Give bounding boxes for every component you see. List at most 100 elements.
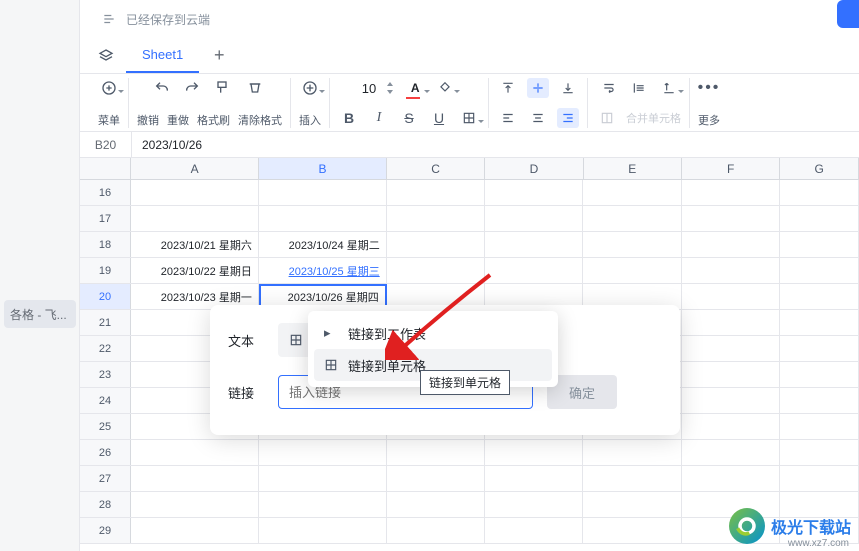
row-header[interactable]: 28 [80, 492, 131, 517]
row-header[interactable]: 27 [80, 466, 131, 491]
cell[interactable] [682, 414, 780, 439]
row-header[interactable]: 23 [80, 362, 131, 387]
row-header[interactable]: 25 [80, 414, 131, 439]
col-header-g[interactable]: G [780, 158, 859, 179]
cell[interactable] [485, 518, 583, 543]
row-header[interactable]: 16 [80, 180, 131, 205]
cell[interactable] [583, 466, 681, 491]
insert-button[interactable] [299, 78, 321, 98]
cell[interactable] [387, 258, 485, 283]
cell-reference[interactable]: B20 [80, 132, 132, 157]
cell[interactable] [387, 180, 485, 205]
format-painter-button[interactable] [211, 78, 233, 98]
cell[interactable] [131, 440, 259, 465]
cell[interactable]: 2023/10/21 星期六 [131, 232, 259, 257]
cell[interactable] [780, 440, 859, 465]
cell[interactable] [387, 206, 485, 231]
font-color-button[interactable]: A [404, 78, 426, 98]
cell[interactable] [780, 258, 859, 283]
cell[interactable] [583, 440, 681, 465]
cell[interactable] [131, 206, 259, 231]
cell[interactable] [682, 310, 780, 335]
font-size-stepper[interactable] [384, 78, 396, 98]
row-header[interactable]: 29 [80, 518, 131, 543]
col-header-d[interactable]: D [485, 158, 583, 179]
cell[interactable] [485, 206, 583, 231]
strike-button[interactable]: S [398, 108, 420, 128]
align-left-button[interactable] [497, 108, 519, 128]
cell[interactable] [780, 388, 859, 413]
cell[interactable] [485, 466, 583, 491]
cell[interactable] [682, 466, 780, 491]
valign-top-button[interactable] [497, 78, 519, 98]
col-header-a[interactable]: A [131, 158, 259, 179]
col-header-f[interactable]: F [682, 158, 780, 179]
cell-value-display[interactable]: 2023/10/26 [132, 138, 202, 152]
rotate-text-button[interactable] [658, 78, 680, 98]
row-header[interactable]: 26 [80, 440, 131, 465]
menu-item-link-sheet[interactable]: ▸ 链接到工作表 [314, 317, 552, 349]
cell[interactable] [387, 232, 485, 257]
underline-button[interactable]: U [428, 108, 450, 128]
cell[interactable] [259, 492, 387, 517]
col-header-b[interactable]: B [259, 158, 387, 179]
row-header[interactable]: 18 [80, 232, 131, 257]
wrap-button[interactable] [598, 78, 620, 98]
cell[interactable]: 2023/10/25 星期三 [259, 258, 387, 283]
merge-icon[interactable] [596, 108, 618, 128]
cell[interactable] [682, 206, 780, 231]
redo-button[interactable] [181, 78, 203, 98]
font-size-value[interactable]: 10 [362, 81, 376, 96]
cell[interactable] [259, 206, 387, 231]
cell[interactable] [780, 362, 859, 387]
cell[interactable] [583, 180, 681, 205]
border-button[interactable] [458, 108, 480, 128]
valign-middle-button[interactable] [527, 78, 549, 98]
cell[interactable] [780, 414, 859, 439]
cell[interactable] [259, 180, 387, 205]
valign-bottom-button[interactable] [557, 78, 579, 98]
cell[interactable] [780, 232, 859, 257]
cell[interactable] [583, 232, 681, 257]
cell[interactable] [682, 336, 780, 361]
tab-sheet1[interactable]: Sheet1 [126, 39, 199, 73]
cell[interactable] [259, 440, 387, 465]
cell[interactable] [583, 258, 681, 283]
cell[interactable] [387, 518, 485, 543]
cell[interactable] [682, 284, 780, 309]
cell[interactable] [485, 258, 583, 283]
row-header[interactable]: 24 [80, 388, 131, 413]
sidebar-doc-item[interactable]: 各格 - 飞... [4, 300, 76, 328]
row-header[interactable]: 21 [80, 310, 131, 335]
cell[interactable] [780, 466, 859, 491]
cell[interactable] [387, 440, 485, 465]
cell[interactable] [780, 206, 859, 231]
cell[interactable] [485, 180, 583, 205]
col-header-e[interactable]: E [584, 158, 682, 179]
cell[interactable] [485, 440, 583, 465]
cell[interactable] [780, 310, 859, 335]
undo-button[interactable] [151, 78, 173, 98]
cell[interactable] [387, 466, 485, 491]
cell[interactable] [131, 180, 259, 205]
cell[interactable] [131, 492, 259, 517]
cell[interactable]: 2023/10/24 星期二 [259, 232, 387, 257]
cell[interactable] [485, 492, 583, 517]
cell[interactable] [259, 518, 387, 543]
bold-button[interactable]: B [338, 108, 360, 128]
row-header[interactable]: 22 [80, 336, 131, 361]
cell[interactable] [682, 258, 780, 283]
cell[interactable] [131, 518, 259, 543]
cell[interactable] [682, 232, 780, 257]
italic-button[interactable]: I [368, 108, 390, 128]
col-header-c[interactable]: C [387, 158, 485, 179]
row-header[interactable]: 19 [80, 258, 131, 283]
cell[interactable] [780, 336, 859, 361]
align-center-button[interactable] [527, 108, 549, 128]
share-badge[interactable] [837, 0, 859, 28]
fill-color-button[interactable] [434, 78, 456, 98]
cell[interactable] [780, 284, 859, 309]
layers-icon[interactable] [94, 44, 118, 68]
cell[interactable] [485, 232, 583, 257]
row-header[interactable]: 20 [80, 284, 131, 309]
